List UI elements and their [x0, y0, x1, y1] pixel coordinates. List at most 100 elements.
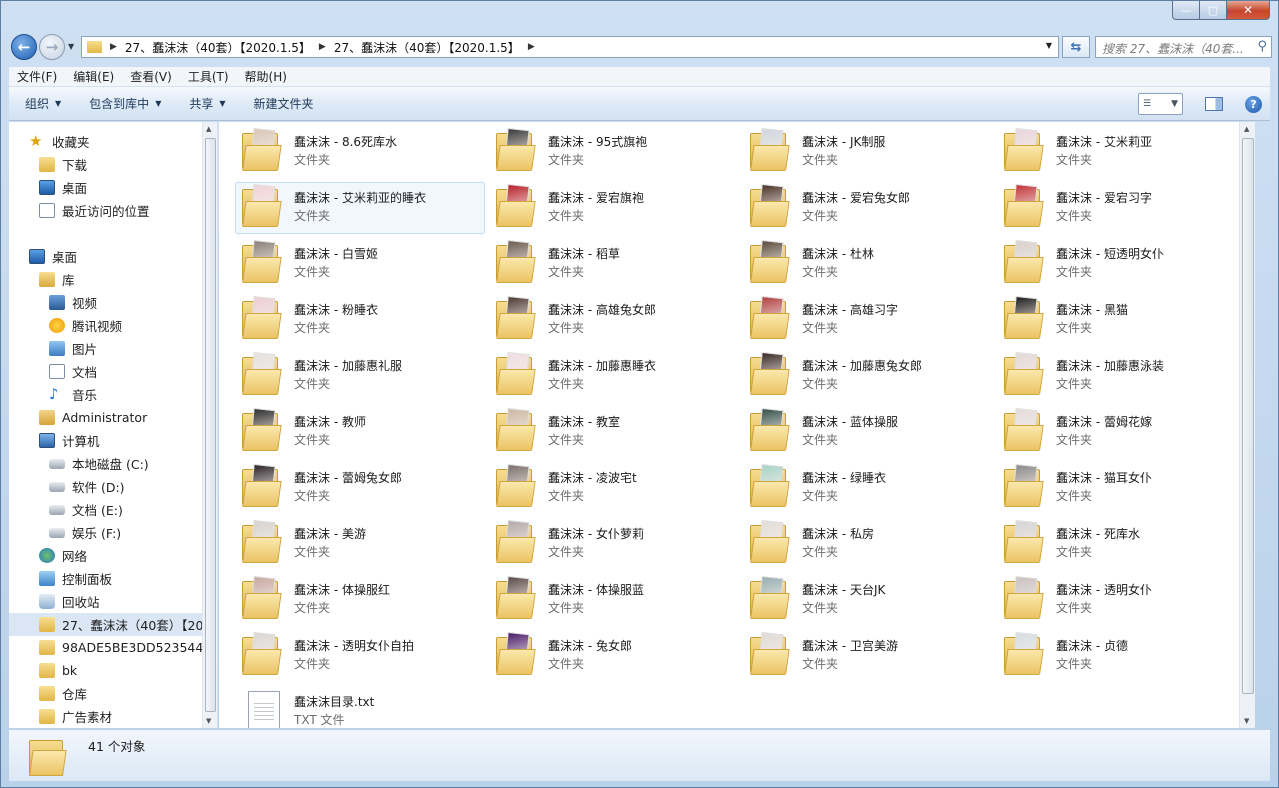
navigation-scroll-thumb[interactable]	[205, 138, 216, 712]
nav-item[interactable]: Administrator	[9, 406, 203, 429]
folder-item[interactable]: 蠢沫沫 - 爱宕习字 文件夹	[997, 182, 1247, 234]
folder-item[interactable]: 蠢沫沫 - 稻草 文件夹	[489, 238, 739, 290]
folder-item[interactable]: 蠢沫沫 - 透明女仆自拍 文件夹	[235, 630, 485, 682]
folder-item[interactable]: 蠢沫沫 - 95式旗袍 文件夹	[489, 126, 739, 178]
folder-item[interactable]: 蠢沫沫 - 教师 文件夹	[235, 406, 485, 458]
preview-pane-icon[interactable]	[1205, 97, 1223, 111]
scroll-down-icon[interactable]: ▼	[206, 717, 211, 725]
folder-item[interactable]: 蠢沫沫 - 高雄习字 文件夹	[743, 294, 993, 346]
folder-item[interactable]: 蠢沫沫 - 白雪姬 文件夹	[235, 238, 485, 290]
folder-item[interactable]: 蠢沫沫 - 高雄兔女郎 文件夹	[489, 294, 739, 346]
nav-item[interactable]: 最近访问的位置	[9, 199, 203, 222]
menu-tools[interactable]: 工具(T)	[180, 68, 237, 85]
folder-item[interactable]: 蠢沫沫 - 教室 文件夹	[489, 406, 739, 458]
folder-item[interactable]: 蠢沫沫 - 体操服蓝 文件夹	[489, 574, 739, 626]
search-input[interactable]: 搜索 27、蠢沫沫（40套... ⚲	[1095, 36, 1272, 58]
folder-item[interactable]: 蠢沫沫 - 短透明女仆 文件夹	[997, 238, 1247, 290]
scroll-up-icon[interactable]: ▲	[1244, 125, 1249, 133]
nav-item[interactable]: ★ 收藏夹	[9, 130, 203, 153]
menu-help[interactable]: 帮助(H)	[237, 68, 295, 85]
nav-item[interactable]: 网络	[9, 544, 203, 567]
folder-item[interactable]: 蠢沫沫 - 美游 文件夹	[235, 518, 485, 570]
nav-item[interactable]: 广告素材	[9, 705, 203, 728]
folder-item[interactable]: 蠢沫沫 - 加藤惠兔女郎 文件夹	[743, 350, 993, 402]
folder-item[interactable]: 蠢沫沫 - 8.6死库水 文件夹	[235, 126, 485, 178]
menu-edit[interactable]: 编辑(E)	[65, 68, 122, 85]
breadcrumb-separator-icon[interactable]: ▶	[110, 42, 117, 52]
address-bar[interactable]: ▶ 27、蠢沫沫（40套）【2020.1.5】 ▶ 27、蠢沫沫（40套）【20…	[81, 36, 1059, 58]
folder-item[interactable]: 蠢沫沫 - 黑猫 文件夹	[997, 294, 1247, 346]
organize-button[interactable]: 组织 ▼	[15, 95, 71, 112]
folder-item[interactable]: 蠢沫沫 - 天台JK 文件夹	[743, 574, 993, 626]
folder-item[interactable]: 蠢沫沫 - 兔女郎 文件夹	[489, 630, 739, 682]
scroll-up-icon[interactable]: ▲	[206, 125, 211, 133]
folder-item[interactable]: 蠢沫沫 - 女仆萝莉 文件夹	[489, 518, 739, 570]
help-icon[interactable]: ?	[1245, 95, 1262, 113]
breadcrumb-separator-icon[interactable]: ▶	[528, 42, 535, 52]
nav-item[interactable]: 98ADE5BE3DD523544F2	[9, 636, 203, 659]
maximize-button[interactable]: ▢	[1200, 1, 1227, 20]
include-in-library-button[interactable]: 包含到库中 ▼	[79, 95, 171, 112]
nav-item[interactable]: 图片	[9, 337, 203, 360]
folder-item[interactable]: 蠢沫沫 - 死库水 文件夹	[997, 518, 1247, 570]
nav-item[interactable]: 仓库	[9, 682, 203, 705]
content-scrollbar[interactable]: ▲ ▼	[1239, 122, 1255, 728]
folder-item[interactable]: 蠢沫沫 - 绿睡衣 文件夹	[743, 462, 993, 514]
nav-item[interactable]: 27、蠢沫沫（40套）【2020.1.5】	[9, 613, 203, 636]
folder-item[interactable]: 蠢沫沫 - 蕾姆花嫁 文件夹	[997, 406, 1247, 458]
folder-item[interactable]: 蠢沫沫 - 艾米莉亚 文件夹	[997, 126, 1247, 178]
folder-item[interactable]: 蠢沫沫 - 透明女仆 文件夹	[997, 574, 1247, 626]
nav-item[interactable]: 视频	[9, 291, 203, 314]
forward-arrow-icon[interactable]: →	[39, 34, 65, 60]
menu-file[interactable]: 文件(F)	[9, 68, 65, 85]
share-button[interactable]: 共享 ▼	[179, 95, 235, 112]
recent-pages-dropdown-icon[interactable]: ▼	[68, 42, 74, 51]
folder-item[interactable]: 蠢沫沫 - 私房 文件夹	[743, 518, 993, 570]
nav-item[interactable]: 库	[9, 268, 203, 291]
folder-item[interactable]: 蠢沫沫 - JK制服 文件夹	[743, 126, 993, 178]
nav-item[interactable]: ♪ 音乐	[9, 383, 203, 406]
nav-item[interactable]: 文档	[9, 360, 203, 383]
folder-item[interactable]: 蠢沫沫 - 凌波宅t 文件夹	[489, 462, 739, 514]
breadcrumb-separator-icon[interactable]: ▶	[319, 42, 326, 52]
folder-item[interactable]: 蠢沫沫 - 体操服红 文件夹	[235, 574, 485, 626]
folder-item[interactable]: 蠢沫沫 - 卫宫美游 文件夹	[743, 630, 993, 682]
close-button[interactable]: ✕	[1227, 1, 1270, 20]
scroll-down-icon[interactable]: ▼	[1244, 717, 1249, 725]
breadcrumb-item[interactable]: 27、蠢沫沫（40套）【2020.1.5】	[334, 39, 520, 56]
nav-item[interactable]: 腾讯视频	[9, 314, 203, 337]
folder-item[interactable]: 蠢沫沫 - 猫耳女仆 文件夹	[997, 462, 1247, 514]
address-history-dropdown-icon[interactable]: ▼	[1046, 41, 1052, 50]
folder-item[interactable]: 蠢沫沫 - 加藤惠睡衣 文件夹	[489, 350, 739, 402]
folder-item[interactable]: 蠢沫沫 - 杜林 文件夹	[743, 238, 993, 290]
change-view-button[interactable]: ☰ ▼	[1138, 93, 1183, 115]
nav-item[interactable]: 控制面板	[9, 567, 203, 590]
folder-item[interactable]: 蠢沫沫 - 爱宕兔女郎 文件夹	[743, 182, 993, 234]
search-icon[interactable]: ⚲	[1257, 39, 1267, 54]
folder-item[interactable]: 蠢沫沫 - 蕾姆兔女郎 文件夹	[235, 462, 485, 514]
nav-item[interactable]: 下载	[9, 153, 203, 176]
navigation-scrollbar[interactable]: ▲ ▼	[202, 122, 217, 728]
nav-item[interactable]: 计算机	[9, 429, 203, 452]
folder-item[interactable]: 蠢沫沫 - 贞德 文件夹	[997, 630, 1247, 682]
nav-item[interactable]: 文档 (E:)	[9, 498, 203, 521]
nav-item[interactable]: 本地磁盘 (C:)	[9, 452, 203, 475]
nav-item[interactable]: 桌面	[9, 176, 203, 199]
content-scroll-thumb[interactable]	[1242, 138, 1254, 694]
nav-item[interactable]: 软件 (D:)	[9, 475, 203, 498]
minimize-button[interactable]: —	[1172, 1, 1200, 20]
folder-item[interactable]: 蠢沫沫 - 蓝体操服 文件夹	[743, 406, 993, 458]
folder-item[interactable]: 蠢沫沫 - 加藤惠泳装 文件夹	[997, 350, 1247, 402]
nav-item[interactable]: 桌面	[9, 245, 203, 268]
back-arrow-icon[interactable]: ←	[11, 34, 37, 60]
folder-item[interactable]: 蠢沫沫 - 粉睡衣 文件夹	[235, 294, 485, 346]
menu-view[interactable]: 查看(V)	[122, 68, 180, 85]
nav-item[interactable]: 回收站	[9, 590, 203, 613]
breadcrumb-item[interactable]: 27、蠢沫沫（40套）【2020.1.5】	[125, 39, 311, 56]
refresh-icon[interactable]: ⇆	[1062, 36, 1090, 58]
folder-item[interactable]: 蠢沫沫 - 加藤惠礼服 文件夹	[235, 350, 485, 402]
new-folder-button[interactable]: 新建文件夹	[244, 95, 324, 112]
nav-item[interactable]: bk	[9, 659, 203, 682]
file-item[interactable]: 蠢沫沫目录.txt TXT 文件	[235, 686, 485, 728]
nav-item[interactable]: 娱乐 (F:)	[9, 521, 203, 544]
